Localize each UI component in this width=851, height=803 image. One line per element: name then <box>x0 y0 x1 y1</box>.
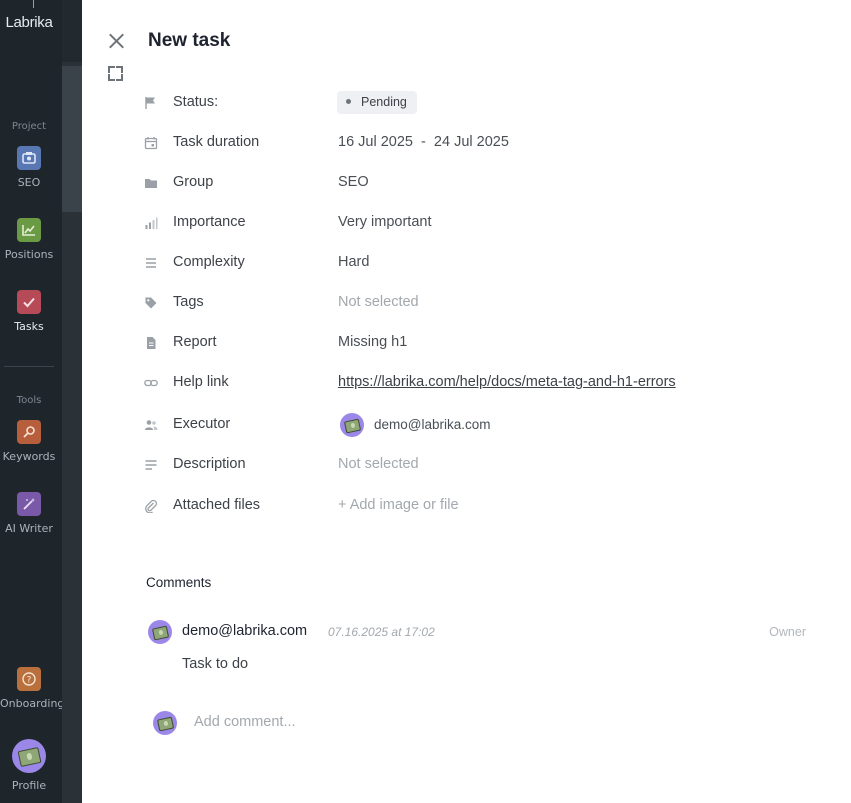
field-label: Executor <box>173 416 231 432</box>
field-description: Description Not selected <box>144 454 824 476</box>
sidebar-item-tasks[interactable]: Tasks <box>0 290 58 333</box>
field-label: Help link <box>173 374 229 390</box>
field-attached-files: Attached files + Add image or file <box>144 495 824 517</box>
field-label: Status: <box>173 94 219 110</box>
background-header <box>62 0 82 62</box>
executor-avatar <box>340 413 364 437</box>
group-select[interactable]: SEO <box>338 174 369 190</box>
current-user-avatar <box>153 711 177 735</box>
report-value[interactable]: Missing h1 <box>338 334 407 350</box>
field-group: Group SEO <box>144 172 824 194</box>
sidebar-item-label: Positions <box>4 248 54 261</box>
signal-bars-icon <box>144 215 158 229</box>
field-label: Complexity <box>173 254 245 270</box>
field-duration: Task duration 16 Jul 2025 - 24 Jul 2025 <box>144 132 824 154</box>
sidebar-item-onboarding[interactable]: ? Onboarding <box>0 667 65 710</box>
status-badge[interactable]: Pending <box>337 91 417 114</box>
sidebar-item-label: AI Writer <box>5 522 53 535</box>
help-link[interactable]: https://labrika.com/help/docs/meta-tag-a… <box>338 374 676 390</box>
field-importance: Importance Very important <box>144 212 824 234</box>
section-label-tools: Tools <box>16 395 42 406</box>
question-icon: ? <box>17 667 41 691</box>
users-icon <box>144 417 158 431</box>
comment-author-avatar <box>148 620 172 644</box>
field-status: Status: Pending <box>144 91 824 114</box>
expand-icon[interactable] <box>108 66 123 81</box>
sidebar-item-label: SEO <box>17 176 41 189</box>
comment-author: demo@labrika.com <box>182 623 308 639</box>
field-label: Report <box>173 334 217 350</box>
check-icon <box>17 290 41 314</box>
sidebar-item-label: Tasks <box>14 320 44 333</box>
magic-wand-icon <box>17 492 41 516</box>
calendar-icon <box>144 135 158 150</box>
sidebar-item-positions[interactable]: Positions <box>0 218 58 261</box>
text-lines-icon <box>144 457 158 471</box>
avatar-icon <box>12 739 46 773</box>
sidebar-item-label: Keywords <box>2 450 56 463</box>
add-file-button[interactable]: + Add image or file <box>338 497 459 513</box>
paperclip-icon <box>144 498 158 514</box>
importance-select[interactable]: Very important <box>338 214 432 230</box>
field-executor: Executor demo@labrika.com <box>144 413 824 437</box>
link-icon <box>144 375 158 389</box>
sidebar-item-ai-writer[interactable]: AI Writer <box>0 492 58 535</box>
tag-icon <box>144 295 158 309</box>
add-comment-input[interactable] <box>194 714 594 730</box>
tags-select[interactable]: Not selected <box>338 294 419 310</box>
document-icon <box>144 335 158 349</box>
close-icon[interactable] <box>106 31 126 51</box>
field-label: Importance <box>173 214 246 230</box>
task-drawer: New task Status: Pending Task duration 1… <box>82 0 851 803</box>
field-label: Group <box>173 174 214 190</box>
field-complexity: Complexity Hard <box>144 252 824 274</box>
folder-icon <box>144 175 158 189</box>
executor-select[interactable]: demo@labrika.com <box>374 417 491 432</box>
comment-text: Task to do <box>182 656 249 672</box>
field-label: Description <box>173 456 246 472</box>
field-tags: Tags Not selected <box>144 292 824 314</box>
date-range-picker[interactable]: 16 Jul 2025 - 24 Jul 2025 <box>338 134 509 150</box>
sidebar-item-label: Profile <box>11 779 47 792</box>
stack-lines-icon <box>144 255 158 269</box>
section-label-project: Project <box>11 121 47 132</box>
logo-accent <box>33 0 34 8</box>
chart-icon <box>17 218 41 242</box>
key-search-icon <box>17 420 41 444</box>
sidebar-divider <box>4 366 54 367</box>
field-label: Attached files <box>173 497 261 513</box>
sidebar-item-profile[interactable]: Profile <box>0 739 58 792</box>
sidebar-item-keywords[interactable]: Keywords <box>0 420 58 463</box>
description-field[interactable]: Not selected <box>338 456 419 472</box>
field-label: Tags <box>173 294 204 310</box>
sidebar: Labrika Project SEO Positions Tasks Tool… <box>0 0 65 803</box>
seo-icon <box>17 146 41 170</box>
field-label: Task duration <box>173 134 260 150</box>
page-title: New task <box>148 30 231 51</box>
flag-icon <box>144 95 158 109</box>
comments-heading: Comments <box>146 575 212 590</box>
sidebar-item-label: Onboarding <box>0 697 65 710</box>
sidebar-item-seo[interactable]: SEO <box>0 146 58 189</box>
field-help-link: Help link https://labrika.com/help/docs/… <box>144 372 824 394</box>
app-logo[interactable]: Labrika <box>0 14 58 31</box>
complexity-select[interactable]: Hard <box>338 254 369 270</box>
comment-role: Owner <box>769 625 806 639</box>
comment-date: 07.16.2025 at 17:02 <box>328 625 435 639</box>
background-card <box>62 66 82 212</box>
field-report: Report Missing h1 <box>144 332 824 354</box>
svg-text:?: ? <box>27 676 32 686</box>
